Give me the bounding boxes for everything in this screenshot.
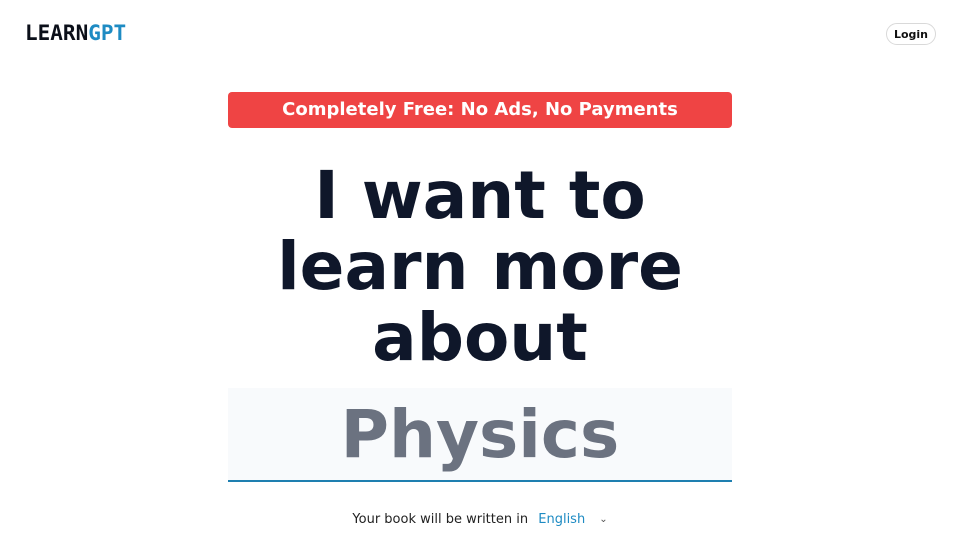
- hero-line-2: learn more: [277, 228, 683, 305]
- language-selected-value: English: [538, 512, 586, 527]
- language-label: Your book will be written in: [352, 512, 529, 527]
- login-button[interactable]: Login: [885, 23, 936, 45]
- page: LEARNGPT Login Completely Free: No Ads, …: [0, 0, 960, 540]
- topic-input[interactable]: [228, 388, 732, 480]
- promo-banner: Completely Free: No Ads, No Payments: [228, 92, 732, 128]
- hero-headline: I want to learn more about: [180, 160, 780, 373]
- language-row: Your book will be written in English ⌄: [0, 510, 960, 530]
- hero-line-3: about: [372, 299, 588, 376]
- logo-learn: LEARN: [25, 21, 89, 45]
- logo-gpt: GPT: [88, 21, 127, 45]
- topic-input-container: [228, 388, 732, 482]
- language-select[interactable]: English ⌄: [538, 510, 607, 530]
- logo[interactable]: LEARNGPT: [25, 20, 126, 46]
- chevron-down-icon: ⌄: [599, 514, 608, 525]
- hero-line-1: I want to: [314, 157, 646, 234]
